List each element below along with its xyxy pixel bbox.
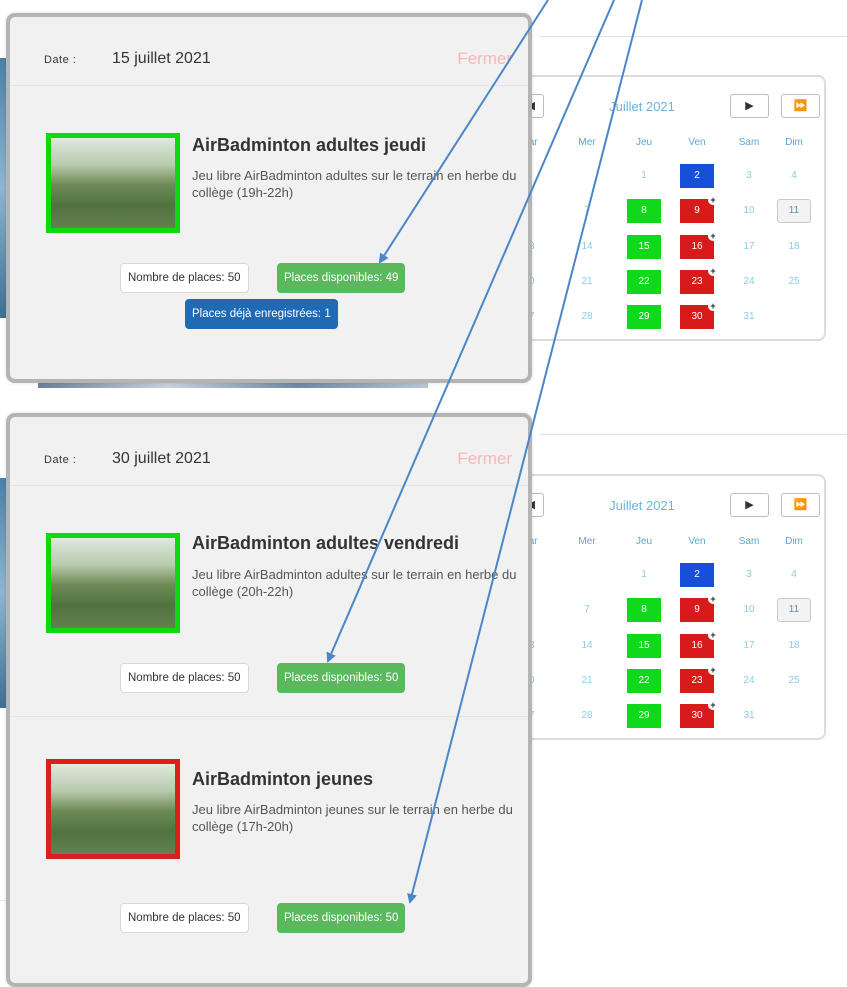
annotation-arrows xyxy=(326,0,643,904)
annotation-arrow xyxy=(326,0,615,663)
annotation-arrow xyxy=(378,0,549,264)
annotation-arrow xyxy=(407,0,643,904)
